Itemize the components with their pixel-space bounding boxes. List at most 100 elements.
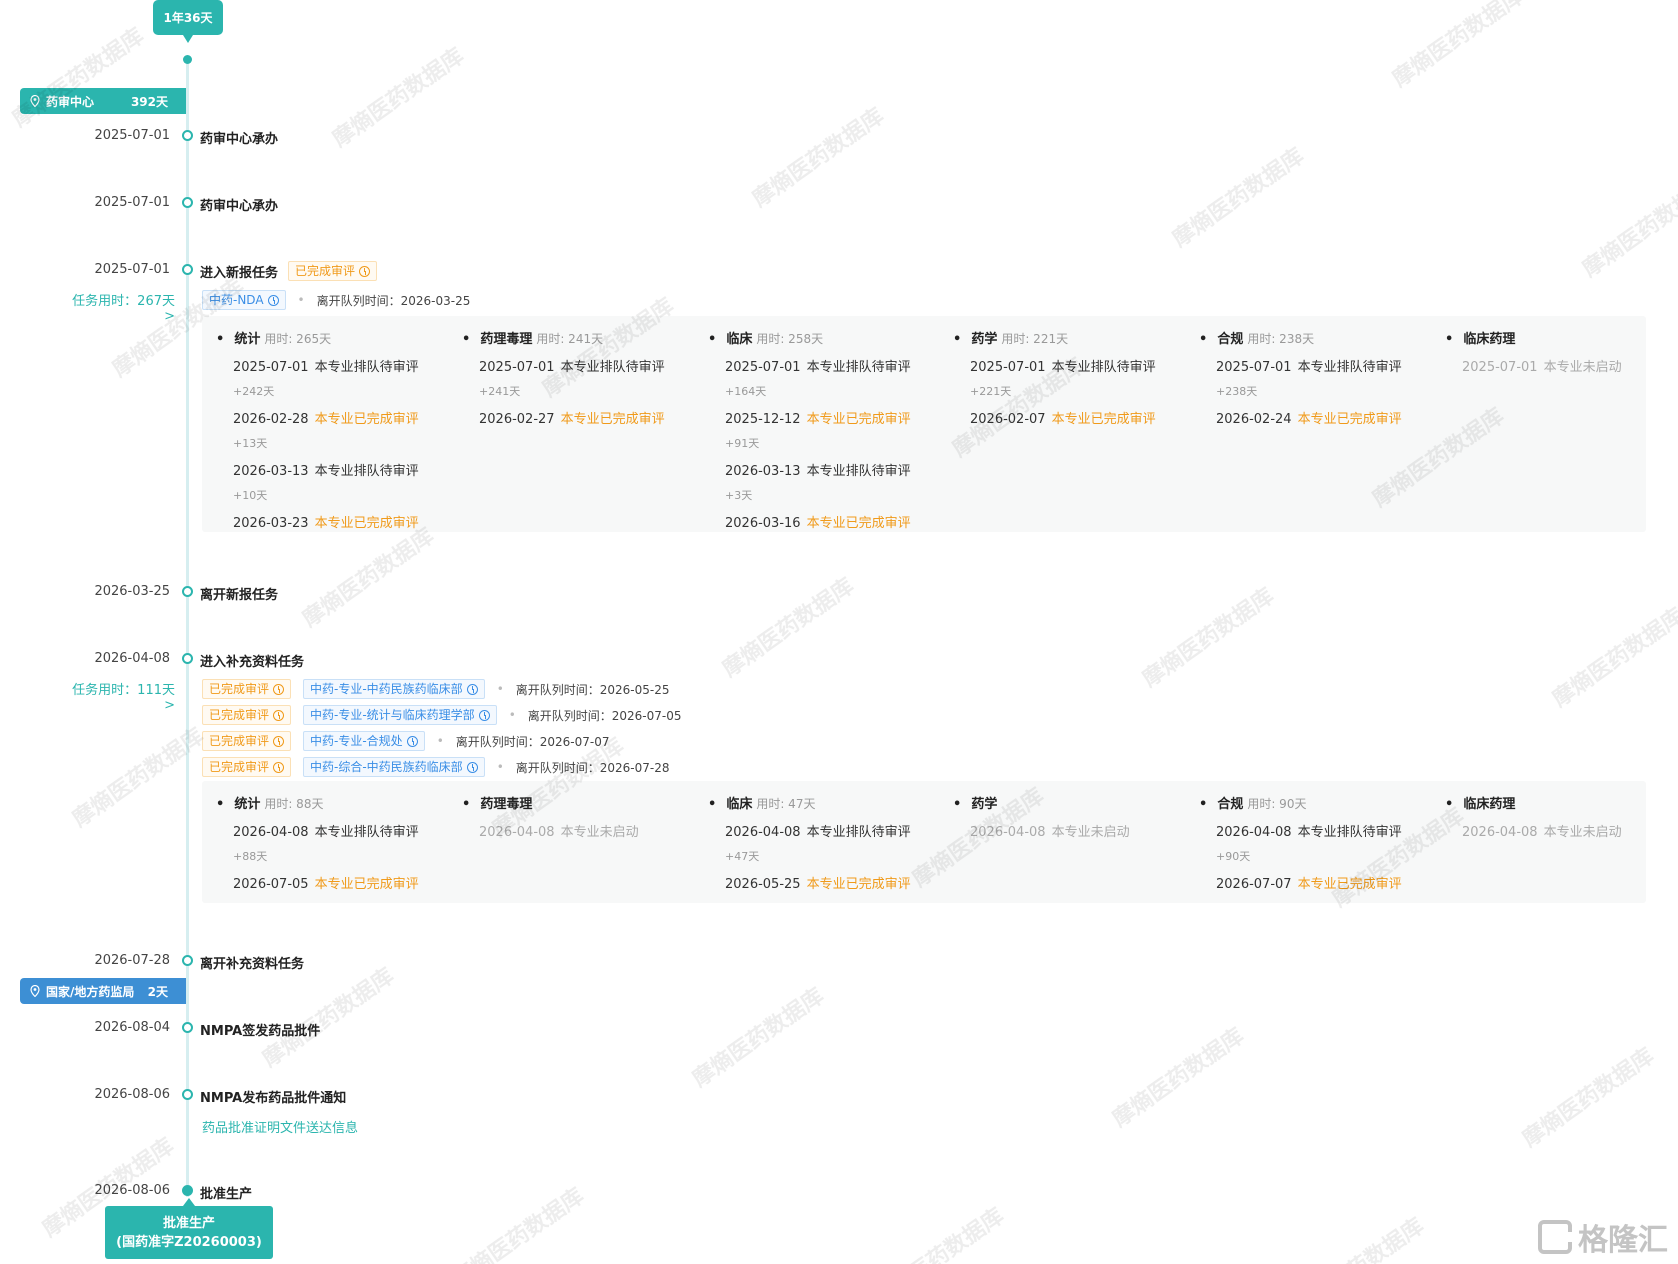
status-text: 本专业排队待审评 bbox=[1051, 360, 1156, 375]
status-date: 2026-03-16 bbox=[725, 516, 801, 531]
bullet-icon: • bbox=[216, 332, 225, 347]
review-status-tag[interactable]: 已完成审评 bbox=[202, 757, 292, 777]
status-date: 2026-05-25 bbox=[725, 877, 801, 892]
specialty-status-line: 2026-03-13 本专业排队待审评 bbox=[708, 460, 948, 479]
specialty-header: • 药理毒理 用时: 241天 bbox=[462, 328, 702, 347]
event-title: 药审中心承办 bbox=[200, 195, 278, 214]
status-text: 本专业排队待审评 bbox=[806, 464, 911, 479]
status-date: 2026-04-08 bbox=[970, 825, 1046, 840]
clock-icon bbox=[478, 709, 490, 721]
specialty-header: • 统计 用时: 265天 bbox=[216, 328, 456, 347]
queue-tag-label: 中药-专业-统计与临床药理学部 bbox=[310, 708, 475, 722]
specialty-column: • 临床 用时: 47天 2026-04-08 本专业排队待审评 +47天 2026-05-… bbox=[708, 793, 948, 892]
specialty-status-line: 2026-02-24 本专业已完成审评 bbox=[1199, 408, 1439, 427]
specialty-used-time: 用时: 88天 bbox=[264, 797, 324, 811]
specialty-name: 统计 bbox=[234, 797, 261, 812]
specialty-column: • 合规 用时: 238天 2025-07-01 本专业排队待审评 +238天 2026-0… bbox=[1199, 328, 1439, 427]
logo-text: 格隆汇 bbox=[1578, 1223, 1668, 1258]
event-date: 2025-07-01 bbox=[94, 128, 170, 143]
approval-box-pointer bbox=[183, 1198, 195, 1206]
clock-icon bbox=[273, 761, 285, 773]
review-status-tag[interactable]: 已完成审评 bbox=[202, 705, 292, 725]
approval-document-link[interactable]: 药品批准证明文件送达信息 bbox=[202, 1117, 358, 1136]
specialty-status-line: 2026-07-05 本专业已完成审评 bbox=[216, 873, 456, 892]
task-duration-link[interactable]: 任务用时：111天 > bbox=[60, 679, 175, 713]
specialty-status-line: 2025-07-01 本专业排队待审评 bbox=[953, 356, 1193, 375]
status-text: 本专业排队待审评 bbox=[314, 464, 419, 479]
status-text: 本专业已完成审评 bbox=[560, 412, 665, 427]
specialty-status-line: 2025-07-01 本专业排队待审评 bbox=[216, 356, 456, 375]
separator-dot: • bbox=[496, 682, 504, 696]
specialty-status-line: 2025-07-01 本专业排队待审评 bbox=[462, 356, 702, 375]
event-title-text: 离开补充资料任务 bbox=[200, 957, 305, 972]
separator-dot: • bbox=[436, 734, 444, 748]
review-status-tag[interactable]: 已完成审评 bbox=[202, 679, 292, 699]
queue-tag[interactable]: 中药-综合-中药民族药临床部 bbox=[303, 757, 485, 777]
specialty-header: • 临床 用时: 258天 bbox=[708, 328, 948, 347]
status-text: 本专业已完成审评 bbox=[1051, 412, 1156, 427]
queue-row: 中药-NDA • 离开队列时间：2026-03-25 bbox=[202, 290, 470, 310]
queue-row: 已完成审评 中药-综合-中药民族药临床部 • 离开队列时间：2026-07-28 bbox=[202, 757, 670, 777]
status-text: 本专业排队待审评 bbox=[806, 360, 911, 375]
watermark-text: 摩熵医药数据库 bbox=[748, 103, 889, 213]
status-date: 2026-04-08 bbox=[233, 825, 309, 840]
specialty-used-time: 用时: 90天 bbox=[1247, 797, 1307, 811]
specialty-header: • 药理毒理 bbox=[462, 793, 702, 812]
queue-row: 已完成审评 中药-专业-合规处 • 离开队列时间：2026-07-07 bbox=[202, 731, 610, 751]
event-title: NMPA签发药品批件 bbox=[200, 1020, 320, 1039]
review-status-tag[interactable]: 已完成审评 bbox=[202, 731, 292, 751]
clock-icon bbox=[359, 265, 371, 277]
task-duration-link[interactable]: 任务用时：267天 > bbox=[60, 290, 175, 324]
specialty-name: 药学 bbox=[971, 797, 998, 812]
specialty-status-line: 2026-02-27 本专业已完成审评 bbox=[462, 408, 702, 427]
clock-icon bbox=[273, 735, 285, 747]
status-date: 2026-04-08 bbox=[1216, 825, 1292, 840]
event-dot bbox=[182, 1185, 193, 1196]
status-date: 2026-04-08 bbox=[725, 825, 801, 840]
review-status-label: 已完成审评 bbox=[209, 708, 270, 722]
queue-tag[interactable]: 中药-专业-统计与临床药理学部 bbox=[303, 705, 497, 725]
specialty-review-panel: • 统计 用时: 265天 2025-07-01 本专业排队待审评 +242天 2026-0… bbox=[202, 316, 1646, 532]
watermark-text: 摩熵医药数据库 bbox=[1518, 1043, 1659, 1153]
status-text: 本专业未启动 bbox=[560, 825, 639, 840]
interval-days: +164天 bbox=[725, 385, 767, 398]
bullet-icon: • bbox=[953, 332, 962, 347]
queue-leave-time: 离开队列时间：2026-03-25 bbox=[316, 293, 471, 308]
interval-days: +47天 bbox=[725, 850, 760, 863]
interval-days: +90天 bbox=[1216, 850, 1251, 863]
status-date: 2026-03-13 bbox=[233, 464, 309, 479]
queue-leave-time: 离开队列时间：2026-07-07 bbox=[455, 734, 610, 749]
event-date: 2026-08-06 bbox=[94, 1087, 170, 1102]
stage-name: 国家/地方药监局 bbox=[46, 984, 135, 999]
bullet-icon: • bbox=[1199, 332, 1208, 347]
status-date: 2026-07-05 bbox=[233, 877, 309, 892]
specialty-name: 药理毒理 bbox=[480, 332, 533, 347]
event-dot bbox=[182, 1022, 193, 1033]
event-title-text: 批准生产 bbox=[200, 1187, 253, 1202]
approval-line1: 批准生产 bbox=[162, 1215, 215, 1231]
event-title-text: 进入补充资料任务 bbox=[200, 655, 305, 670]
watermark-text: 摩熵医药数据库 bbox=[298, 523, 439, 633]
event-dot bbox=[182, 586, 193, 597]
event-date: 2025-07-01 bbox=[94, 195, 170, 210]
queue-tag[interactable]: 中药-专业-中药民族药临床部 bbox=[303, 679, 485, 699]
status-date: 2026-02-07 bbox=[970, 412, 1046, 427]
watermark-text: 摩熵医药数据库 bbox=[328, 43, 469, 153]
queue-leave-time: 离开队列时间：2026-07-28 bbox=[515, 760, 670, 775]
specialty-column: • 临床药理 2025-07-01 本专业未启动 bbox=[1445, 328, 1678, 375]
status-text: 本专业已完成审评 bbox=[314, 516, 419, 531]
review-status-tag[interactable]: 已完成审评 bbox=[288, 261, 378, 281]
timeline-start-dot bbox=[183, 55, 192, 64]
queue-row: 已完成审评 中药-专业-中药民族药临床部 • 离开队列时间：2026-05-25 bbox=[202, 679, 670, 699]
specialty-used-time: 用时: 265天 bbox=[264, 332, 332, 346]
queue-tag[interactable]: 中药-专业-合规处 bbox=[303, 731, 425, 751]
event-date: 2026-04-08 bbox=[94, 651, 170, 666]
queue-tag-label: 中药-专业-合规处 bbox=[310, 734, 403, 748]
bullet-icon: • bbox=[462, 797, 471, 812]
event-date: 2026-07-28 bbox=[94, 953, 170, 968]
specialty-name: 合规 bbox=[1217, 797, 1244, 812]
separator-dot: • bbox=[297, 293, 305, 307]
queue-tag[interactable]: 中药-NDA bbox=[202, 290, 286, 310]
status-date: 2026-02-24 bbox=[1216, 412, 1292, 427]
specialty-name: 临床药理 bbox=[1463, 797, 1516, 812]
